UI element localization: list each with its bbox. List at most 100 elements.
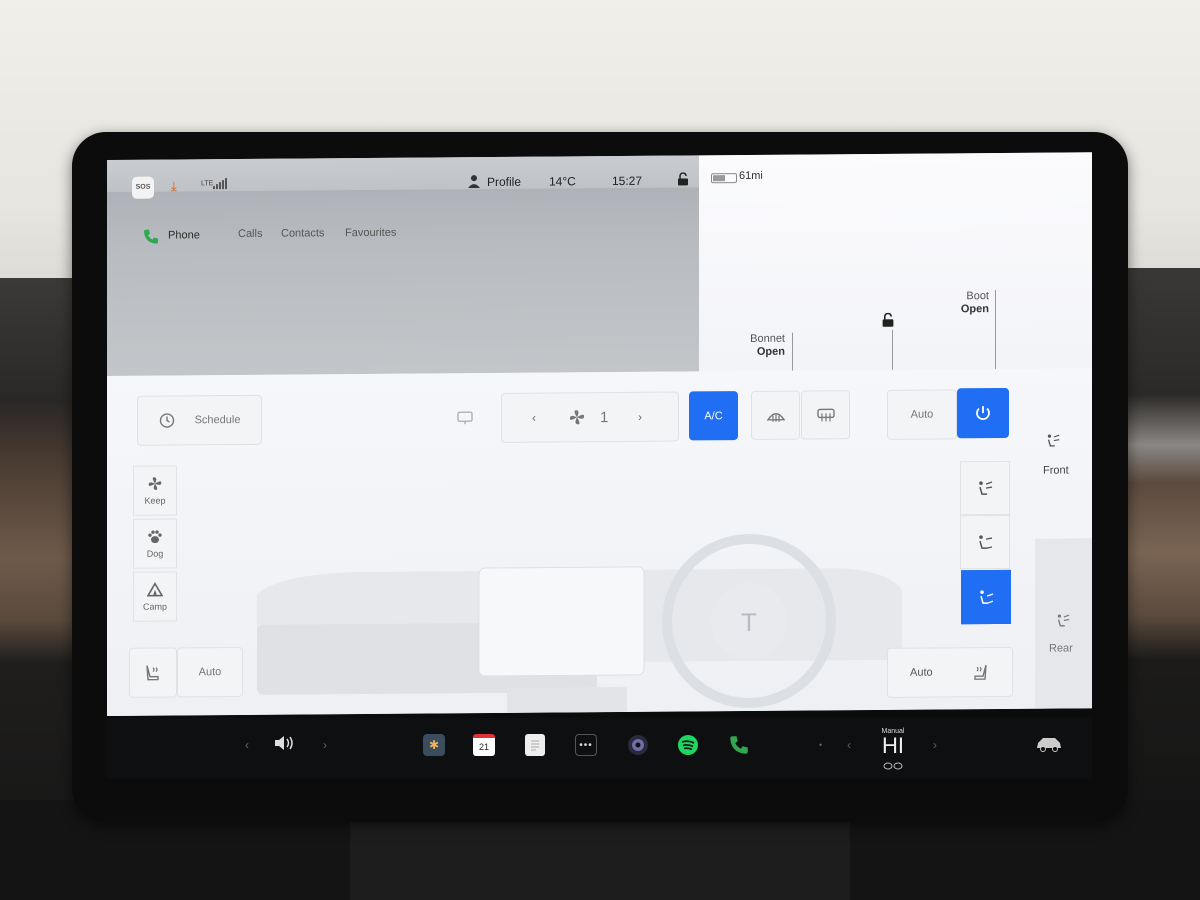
schedule-label: Schedule <box>194 413 241 427</box>
vent-feet-button[interactable] <box>961 569 1011 625</box>
camera-icon <box>628 735 648 755</box>
tab-favourites[interactable]: Favourites <box>345 227 396 239</box>
profile-icon[interactable] <box>467 174 481 189</box>
status-bar <box>107 155 699 192</box>
boot-state: Open <box>960 303 989 316</box>
vent-face-feet-icon <box>979 535 993 549</box>
unlock-icon[interactable] <box>677 172 689 186</box>
spotify-icon <box>678 735 698 755</box>
screen-icon[interactable] <box>457 411 473 425</box>
car-icon <box>1037 738 1061 752</box>
vent-face-button[interactable] <box>960 460 1010 516</box>
paw-icon <box>148 530 162 544</box>
right-seat-heater-icon <box>974 664 987 680</box>
phone-icon <box>144 229 158 244</box>
clock-icon <box>159 413 174 428</box>
phone-app-icon[interactable] <box>729 735 749 755</box>
car-interior-graphic: T <box>257 533 902 713</box>
bonnet-state: Open <box>756 345 785 358</box>
airflow-icon <box>1047 434 1060 447</box>
fan-icon <box>569 410 585 425</box>
climate-panel: T Schedule ‹ 1 › A/C Auto Keep Dog Camp … <box>107 368 1092 716</box>
volume-down-icon[interactable]: ‹ <box>245 738 249 752</box>
phone-title: Phone <box>168 229 200 242</box>
notes-app-icon[interactable] <box>525 734 545 756</box>
seat-sync-icon <box>883 762 903 770</box>
signal-icon <box>213 178 227 190</box>
keep-mode-button[interactable]: Keep <box>133 465 177 516</box>
volume-up-icon[interactable]: › <box>323 738 327 752</box>
camp-label: Camp <box>142 601 167 612</box>
rear-defrost-button[interactable] <box>801 390 850 440</box>
temp-up-icon[interactable]: › <box>933 738 937 752</box>
screen-stand <box>350 820 850 900</box>
front-defrost-icon <box>766 412 785 422</box>
temp-down-icon[interactable]: ‹ <box>847 738 851 752</box>
rear-airflow-icon <box>1057 614 1070 627</box>
calendar-app-icon[interactable]: 21 <box>473 734 495 756</box>
camera-app-icon[interactable] <box>627 734 649 756</box>
car-status-panel: 61mi Bonnet Open Boot Open <box>699 152 1092 372</box>
fan-increase-icon[interactable]: › <box>638 410 642 424</box>
bonnet-label: Bonnet <box>750 332 785 345</box>
dog-mode-button[interactable]: Dog <box>133 518 177 569</box>
battery-icon <box>711 173 737 184</box>
rear-climate-panel[interactable]: Rear <box>1035 538 1092 709</box>
climate-power-button[interactable] <box>957 387 1009 439</box>
boot-label: Boot <box>966 290 989 303</box>
cabin-temp-control[interactable]: Manual HI <box>873 728 913 775</box>
phone-call-icon <box>730 736 748 754</box>
clock: 15:27 <box>612 173 643 189</box>
touchscreen: SOS ⤓ LTE Profile 14°C 15:27 Phone Calls… <box>107 152 1092 716</box>
toybox-app-icon[interactable]: ✱ <box>423 734 445 756</box>
spotify-app-icon[interactable] <box>677 734 699 756</box>
right-seat-heater-control[interactable]: Auto <box>887 646 1013 698</box>
lte-label: LTE <box>201 180 214 188</box>
car-menu-button[interactable] <box>1035 736 1063 752</box>
tab-calls[interactable]: Calls <box>238 228 262 240</box>
notes-icon <box>531 740 539 751</box>
rear-defrost-icon <box>816 408 835 421</box>
download-icon[interactable]: ⤓ <box>171 178 177 193</box>
outside-temperature: 14°C <box>549 174 576 189</box>
fan-decrease-icon[interactable]: ‹ <box>532 411 536 425</box>
bonnet-callout[interactable]: Bonnet Open <box>729 333 785 359</box>
rear-label: Rear <box>1049 642 1073 655</box>
left-seat-heater-button[interactable] <box>129 647 177 698</box>
vent-face-icon <box>979 481 993 495</box>
power-icon <box>976 406 990 420</box>
vent-feet-icon <box>980 590 994 604</box>
temp-value: HI <box>882 733 904 758</box>
speaker-icon <box>275 736 293 750</box>
bonnet-line <box>792 332 793 371</box>
schedule-button[interactable]: Schedule <box>137 394 262 446</box>
car-unlock-icon[interactable] <box>881 312 895 327</box>
tab-contacts[interactable]: Contacts <box>281 227 324 239</box>
vent-face-feet-button[interactable] <box>960 514 1010 570</box>
left-seat-auto-button[interactable]: Auto <box>177 646 243 698</box>
range-readout: 61mi <box>739 169 763 183</box>
boot-line <box>995 290 996 370</box>
seat-heater-icon <box>146 665 159 681</box>
front-label: Front <box>1043 464 1069 477</box>
boot-callout[interactable]: Boot Open <box>929 290 989 316</box>
climate-auto-button[interactable]: Auto <box>887 389 957 440</box>
svg-text:T: T <box>741 609 757 637</box>
more-apps-button[interactable]: ••• <box>575 734 597 756</box>
front-defrost-button[interactable] <box>751 390 800 440</box>
ac-button[interactable]: A/C <box>689 391 738 441</box>
phone-panel: SOS ⤓ LTE Profile 14°C 15:27 Phone Calls… <box>107 155 699 376</box>
tent-icon <box>147 582 163 597</box>
camp-mode-button[interactable]: Camp <box>133 571 177 622</box>
sos-button[interactable]: SOS <box>132 176 154 199</box>
taskbar: ‹ › ✱ 21 ••• • ‹ Manual HI › <box>107 718 1092 778</box>
dog-label: Dog <box>146 548 164 559</box>
volume-button[interactable] <box>273 734 297 752</box>
lock-line <box>892 329 893 370</box>
profile-button[interactable]: Profile <box>487 175 521 189</box>
fan-speed: 1 <box>600 408 609 426</box>
temp-left-indicator: • <box>819 740 823 750</box>
front-airflow-toggle[interactable] <box>1045 433 1061 454</box>
calendar-day: 21 <box>478 742 489 752</box>
fan-control: ‹ 1 › <box>501 391 679 443</box>
